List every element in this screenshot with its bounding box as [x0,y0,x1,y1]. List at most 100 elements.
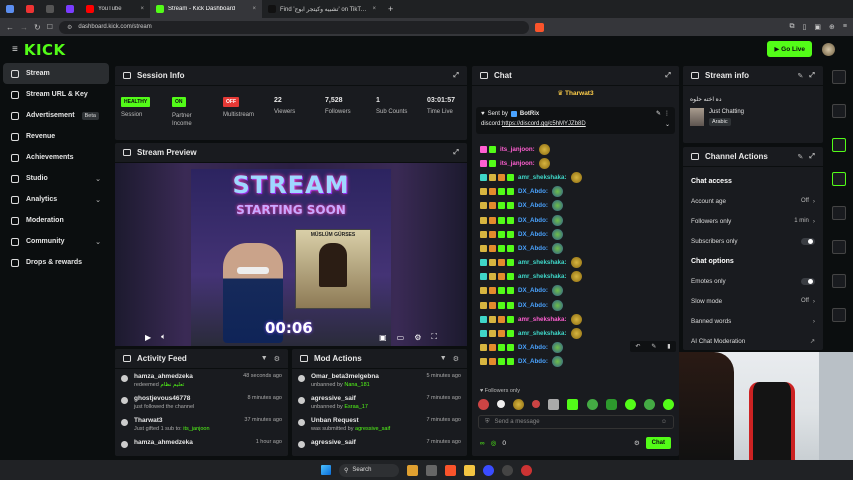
chat-username[interactable]: its_janjoon: [500,160,535,167]
emote-icon[interactable] [478,398,489,410]
sidebar-item-studio[interactable]: Studio ⌄ [3,168,109,189]
chat-message[interactable]: DX_Abdo: [472,241,679,255]
chat-message[interactable]: amr_shekshaka: [472,326,679,340]
kick-logo[interactable]: KICK [24,41,66,59]
emote-icon[interactable] [624,398,636,410]
filter-icon[interactable]: ▼ [440,355,447,362]
chat-message[interactable]: its_janjoon: [472,142,679,156]
slow-mode-row[interactable]: Slow mode Off › [683,291,823,311]
chat-username[interactable]: its_janjoon: [500,146,535,153]
chat-username[interactable]: amr_shekshaka: [518,273,567,280]
browser-tab[interactable] [40,0,60,18]
sidebar-item-drops-rewards[interactable]: Drops & rewards [3,252,109,273]
app-icon[interactable] [521,464,532,476]
chat-icon[interactable] [832,172,846,186]
sidebar-item-stream[interactable]: Stream [3,63,109,84]
activity-user[interactable]: Tharwat3 [134,417,163,424]
chat-message[interactable]: its_janjoon: [472,156,679,170]
delete-icon[interactable]: ▮ [667,343,670,350]
expand-icon[interactable]: ⤢ [809,72,815,80]
close-tab-icon[interactable]: × [140,6,144,12]
chat-message[interactable]: DX_Abdo: [472,298,679,312]
chat-username[interactable]: amr_shekshaka: [518,330,567,337]
browser-tab[interactable]: YouTube × [80,0,150,18]
fullscreen-icon[interactable]: ⛶ [431,332,437,342]
chat-username[interactable]: amr_shekshaka: [518,259,567,266]
volume-icon[interactable]: 🔈︎ [161,332,166,342]
chat-message[interactable]: DX_Abdo: [472,227,679,241]
close-tab-icon[interactable]: × [252,6,256,12]
extensions-icon[interactable]: ⧉ [790,23,795,31]
account-age-row[interactable]: Account age Off › [683,191,823,211]
chat-message[interactable]: amr_shekshaka: [472,270,679,284]
chat-input[interactable]: ⛨ Send a message ☺ [478,415,674,429]
pip-icon[interactable]: ▭ [397,333,405,342]
chat-username[interactable]: DX_Abdo: [518,287,548,294]
expand-icon[interactable]: ⤢ [453,149,459,157]
edit-icon[interactable]: ✎ [798,153,804,161]
settings-icon[interactable]: ⚙ [414,333,421,342]
chat-send-button[interactable]: Chat [645,437,671,449]
emote-icon[interactable] [567,398,579,410]
banned-words-row[interactable]: Banned words › [683,311,823,331]
sidebar-item-community[interactable]: Community ⌄ [3,231,109,252]
emote-icon[interactable] [605,398,617,410]
menu-icon[interactable]: ≡ [843,23,847,31]
infinity-icon[interactable]: ∞ [480,440,485,447]
file-explorer-icon[interactable] [464,464,475,476]
chat-message[interactable]: amr_shekshaka: [472,170,679,184]
subscribers-only-toggle[interactable] [801,237,815,245]
expand-icon[interactable]: ⤢ [453,72,459,80]
chat-message[interactable]: DX_Abdo: [472,199,679,213]
browser-tab[interactable] [0,0,20,18]
chat-username[interactable]: DX_Abdo: [518,202,548,209]
sidebar-item-stream-url-key[interactable]: Stream URL & Key [3,84,109,105]
browser-tab[interactable] [20,0,40,18]
go-live-button[interactable]: ▶ Go Live [767,41,812,57]
sidebar-item-moderation[interactable]: Moderation [3,210,109,231]
app-icon[interactable] [483,464,494,476]
followers-only-row[interactable]: Followers only 1 min › [683,211,823,231]
taskbar-search[interactable]: ⚲ Search [339,463,399,477]
kick-logo-icon[interactable]: ▣ [379,333,387,342]
task-view-icon[interactable] [426,464,437,476]
unpin-icon[interactable]: ✎ [656,110,661,117]
chat-message[interactable]: amr_shekshaka: [472,256,679,270]
windows-start-icon[interactable] [321,465,331,475]
play-icon[interactable]: ▶ [145,333,151,342]
mod-by[interactable]: Esraa_17 [344,404,368,410]
mod-user[interactable]: agressive_saif [311,439,356,446]
forward-icon[interactable]: → [20,23,28,32]
reload-icon[interactable]: ↻ [34,23,41,32]
site-info-icon[interactable]: ⚙ [67,24,72,31]
sidebar-item-revenue[interactable]: Revenue [3,126,109,147]
obs-icon[interactable] [502,464,513,476]
url-field[interactable]: ⚙ dashboard.kick.com/stream [58,20,529,34]
settings-icon[interactable]: ⚙ [274,355,280,363]
sidebar-item-analytics[interactable]: Analytics ⌄ [3,189,109,210]
lock-icon[interactable] [832,308,846,322]
bookmark-icon[interactable]: ☐ [47,23,53,31]
sidebar-item-advertisement[interactable]: Advertisement Beta [3,105,109,126]
avatar[interactable] [822,43,835,56]
emote-icon[interactable] [662,398,674,410]
settings-icon[interactable]: ⚙ [453,355,459,363]
brave-icon[interactable] [445,464,456,476]
tv-icon[interactable] [832,274,846,288]
mod-user[interactable]: Omar_beta3melgebna [311,373,379,380]
emote-icon[interactable] [586,398,598,410]
chat-message[interactable]: DX_Abdo: [472,284,679,298]
chat-username[interactable]: amr_shekshaka: [518,316,567,323]
pin-message-icon[interactable]: ✎ [651,343,656,350]
edit-icon[interactable] [832,104,846,118]
emote-icon[interactable] [643,398,655,410]
chat-username[interactable]: DX_Abdo: [518,302,548,309]
vpn-icon[interactable]: ⊕ [829,23,835,31]
more-icon[interactable]: ⋮ [664,110,670,117]
back-icon[interactable]: ← [6,23,14,32]
mod-by[interactable]: agressive_saif [355,426,390,432]
chat-username[interactable]: DX_Abdo: [518,217,548,224]
settings-icon[interactable]: ⚙ [634,439,640,447]
ai-moderation-row[interactable]: AI Chat Moderation ↗ [683,331,823,350]
brave-shield-icon[interactable] [534,22,544,32]
